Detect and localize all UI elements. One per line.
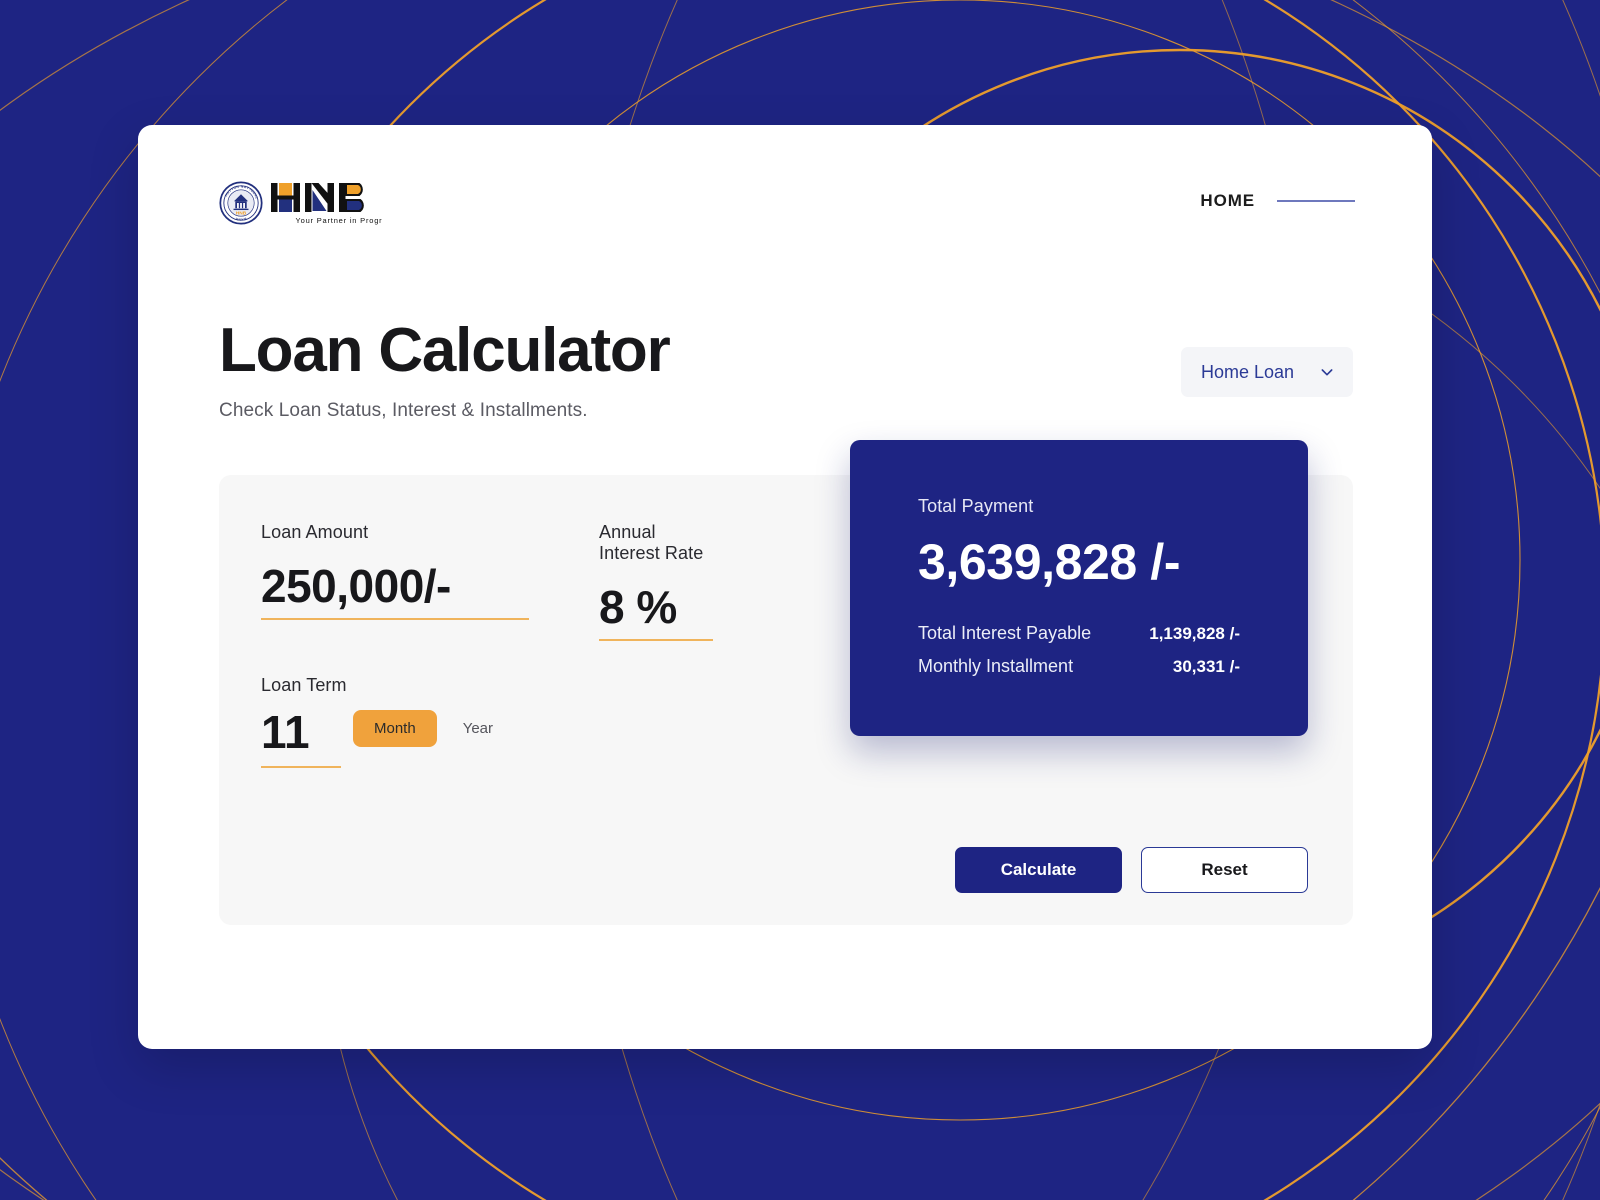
- calculator-panel: Loan Amount 250,000/- Annual Interest Ra…: [219, 440, 1353, 925]
- loan-type-value: Home Loan: [1201, 361, 1295, 382]
- page-subtitle: Check Loan Status, Interest & Installmen…: [219, 400, 588, 421]
- unit-option-year[interactable]: Year: [463, 720, 493, 737]
- svg-text:HNB: HNB: [236, 210, 247, 216]
- loan-type-dropdown[interactable]: Home Loan: [1181, 347, 1353, 397]
- result-rows: Total Interest Payable 1,139,828 /- Mont…: [918, 623, 1240, 677]
- monthly-installment-label: Monthly Installment: [918, 656, 1074, 676]
- hnb-logo[interactable]: HNB H A T T O N N A T I O N A L B A N K …: [219, 180, 382, 226]
- loan-term-label: Loan Term: [261, 675, 347, 695]
- loan-term-unit-toggle: Month Year: [353, 709, 493, 747]
- interest-rate-underline: [599, 639, 713, 642]
- nav-rule-divider: [1277, 200, 1355, 202]
- result-inner: Total Payment 3,639,828 /- Total Interes…: [850, 440, 1308, 677]
- loan-term-field: Loan Term 11 Month Year: [261, 675, 493, 769]
- loan-amount-field[interactable]: Loan Amount 250,000/-: [261, 522, 529, 621]
- total-interest-label: Total Interest Payable: [918, 623, 1092, 643]
- title-row: Loan Calculator Check Loan Status, Inter…: [219, 320, 1353, 422]
- loan-amount-label: Loan Amount: [261, 522, 369, 542]
- hnb-seal-icon: HNB H A T T O N N A T I O N A L B A N K: [219, 181, 263, 225]
- nav-item-home[interactable]: HOME: [1200, 191, 1255, 211]
- interest-rate-label: Annual Interest Rate: [599, 522, 704, 563]
- unit-option-month[interactable]: Month: [353, 709, 437, 747]
- svg-text:Your Partner in Progress: Your Partner in Progress: [296, 216, 383, 225]
- total-payment-value: 3,639,828 /-: [918, 534, 1181, 590]
- chevron-down-icon: [1321, 369, 1333, 376]
- loan-term-underline: [261, 766, 341, 769]
- calculate-button[interactable]: Calculate: [955, 847, 1122, 893]
- monthly-installment-value: 30,331 /-: [1172, 657, 1240, 676]
- title-block: Loan Calculator Check Loan Status, Inter…: [219, 316, 671, 422]
- loan-term-input[interactable]: 11: [261, 708, 341, 757]
- reset-button[interactable]: Reset: [1141, 847, 1308, 893]
- total-payment-caption: Total Payment: [918, 496, 1034, 516]
- loan-amount-underline: [261, 618, 529, 621]
- main-card: HNB H A T T O N N A T I O N A L B A N K …: [138, 125, 1432, 1049]
- card-header: HNB H A T T O N N A T I O N A L B A N K …: [138, 125, 1432, 290]
- action-buttons: Calculate Reset: [955, 847, 1308, 893]
- hnb-wordmark-icon: Your Partner in Progress: [271, 183, 383, 225]
- total-interest-value: 1,139,828 /-: [1149, 624, 1240, 643]
- loan-term-row: 11 Month Year: [261, 708, 493, 769]
- interest-rate-field[interactable]: Annual Interest Rate 8 %: [599, 522, 713, 642]
- loan-amount-input[interactable]: 250,000/-: [261, 562, 529, 611]
- page-title: Loan Calculator: [219, 316, 671, 385]
- result-panel: Total Payment 3,639,828 /- Total Interes…: [850, 440, 1308, 736]
- interest-rate-input[interactable]: 8 %: [599, 583, 713, 632]
- header-nav: HOME: [1200, 191, 1355, 211]
- loan-term-input-wrap[interactable]: 11: [261, 708, 341, 769]
- result-row: Total Interest Payable 1,139,828 /-: [918, 623, 1240, 644]
- result-row: Monthly Installment 30,331 /-: [918, 656, 1240, 677]
